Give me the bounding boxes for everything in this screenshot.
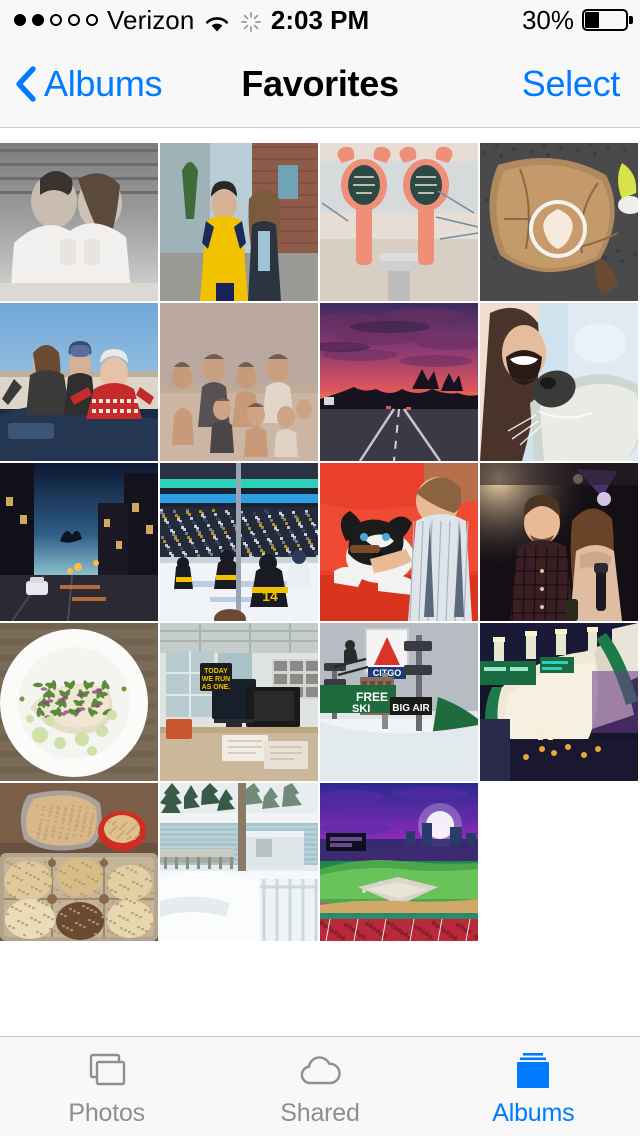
photo-thumbnail[interactable] xyxy=(320,143,478,301)
navigation-bar: Albums Favorites Select xyxy=(0,40,640,128)
tab-albums-label: Albums xyxy=(492,1099,575,1127)
photo-thumbnail[interactable] xyxy=(320,463,478,621)
svg-text:BIG AIR: BIG AIR xyxy=(392,703,430,714)
photo-grid[interactable]: 14 TODAY WE RUN AS ONE. FREE SKI BIG AIR xyxy=(0,143,640,1036)
photo-thumbnail[interactable] xyxy=(480,623,638,781)
photo-thumbnail[interactable]: TODAY WE RUN AS ONE. xyxy=(160,623,318,781)
albums-book-icon xyxy=(511,1049,555,1093)
status-bar-right: 30% xyxy=(521,4,633,36)
tab-albums[interactable]: Albums xyxy=(427,1037,640,1136)
cloud-icon xyxy=(295,1049,345,1093)
photo-thumbnail[interactable] xyxy=(160,303,318,461)
photo-grid-empty-cell xyxy=(480,783,638,941)
photo-thumbnail[interactable] xyxy=(480,303,638,461)
photo-thumbnail[interactable] xyxy=(320,783,478,941)
photo-thumbnail[interactable] xyxy=(0,623,158,781)
photo-thumbnail[interactable] xyxy=(0,143,158,301)
svg-text:14: 14 xyxy=(262,588,278,604)
status-bar: Verizon 2:03 PM 30% xyxy=(0,0,640,40)
photo-thumbnail[interactable] xyxy=(160,143,318,301)
battery-icon xyxy=(582,9,633,31)
svg-text:SKI: SKI xyxy=(352,703,370,715)
photo-thumbnail[interactable] xyxy=(0,303,158,461)
svg-text:WE RUN: WE RUN xyxy=(202,676,230,683)
battery-percent-label: 30% xyxy=(521,4,574,35)
photos-app-screen: Verizon 2:03 PM 30% Albums Favorites Sel… xyxy=(0,0,640,1136)
svg-text:AS ONE.: AS ONE. xyxy=(202,684,231,691)
photo-thumbnail[interactable] xyxy=(480,463,638,621)
svg-text:FREE: FREE xyxy=(356,690,388,704)
tab-photos-label: Photos xyxy=(68,1099,145,1127)
photo-thumbnail[interactable]: 14 xyxy=(160,463,318,621)
tab-photos[interactable]: Photos xyxy=(0,1037,213,1136)
tab-bar: Photos Shared Albums xyxy=(0,1036,640,1136)
photo-thumbnail[interactable] xyxy=(320,303,478,461)
select-button[interactable]: Select xyxy=(522,63,621,105)
tab-shared[interactable]: Shared xyxy=(213,1037,426,1136)
svg-text:TODAY: TODAY xyxy=(204,668,228,675)
photo-thumbnail[interactable] xyxy=(160,783,318,941)
photo-thumbnail[interactable] xyxy=(0,783,158,941)
photo-thumbnail[interactable] xyxy=(480,143,638,301)
tab-shared-label: Shared xyxy=(280,1099,360,1127)
photo-thumbnail[interactable] xyxy=(0,463,158,621)
photo-thumbnail[interactable]: CITGO FREE SKI BIG AIR xyxy=(320,623,478,781)
photos-stack-icon xyxy=(85,1049,129,1093)
